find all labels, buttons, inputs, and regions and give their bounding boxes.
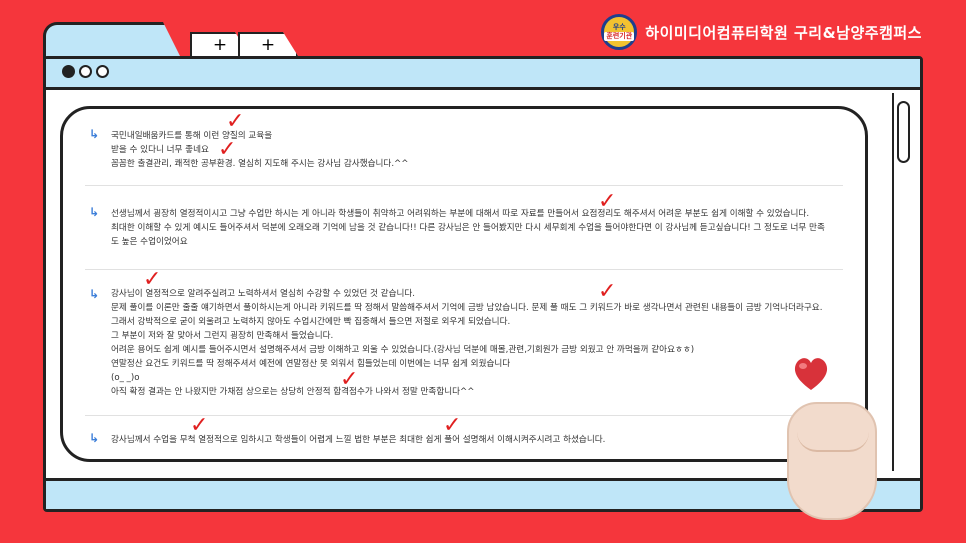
fist-illustration bbox=[787, 402, 877, 520]
scrollbar-thumb[interactable] bbox=[897, 101, 910, 163]
check-mark-icon: ✓ bbox=[226, 109, 245, 134]
window-controls bbox=[62, 65, 109, 78]
review-text: 강사님이 열정적으로 알려주실려고 노력하셔서 열심히 수강할 수 있었던 것 … bbox=[111, 289, 823, 397]
window-dot-maximize[interactable] bbox=[96, 65, 109, 78]
check-mark-icon: ✓ bbox=[143, 267, 162, 292]
check-mark-icon: ✓ bbox=[218, 137, 237, 162]
check-mark-icon: ✓ bbox=[340, 367, 359, 392]
check-mark-icon: ✓ bbox=[598, 279, 617, 304]
badge-top-text: 우수 bbox=[612, 23, 626, 31]
review-item: ↳ 선생님께서 굉장히 열정적이시고 그냥 수업만 하시는 게 아니라 학생들이… bbox=[85, 189, 843, 270]
reviews-panel: ↳ 국민내일배움카드를 통해 이런 양질의 교육을 받을 수 있다니 너무 좋네… bbox=[60, 106, 868, 462]
review-text: 선생님께서 굉장히 열정적이시고 그냥 수업만 하시는 게 아니라 학생들이 취… bbox=[111, 209, 825, 247]
window-titlebar bbox=[46, 59, 920, 90]
window-dot-minimize[interactable] bbox=[79, 65, 92, 78]
check-mark-icon: ✓ bbox=[190, 413, 209, 438]
review-text: 강사님께서 수업을 무척 열정적으로 임하시고 학생들이 어렵게 느낄 법한 부… bbox=[111, 435, 606, 445]
badge-bottom-text: 훈련기관 bbox=[604, 32, 635, 41]
check-mark-icon: ✓ bbox=[598, 189, 617, 214]
window-dot-close[interactable] bbox=[62, 65, 75, 78]
brand-name: 하이미디어컴퓨터학원 구리&남양주캠퍼스 bbox=[645, 23, 922, 42]
training-badge: 우수 훈련기관 bbox=[601, 14, 638, 50]
heart-icon bbox=[794, 358, 828, 390]
review-item: ↳ 강사님이 열정적으로 알려주실려고 노력하셔서 열심히 수강할 수 있었던 … bbox=[85, 273, 843, 416]
reply-arrow-icon: ↳ bbox=[89, 127, 100, 141]
reply-arrow-icon: ↳ bbox=[89, 287, 100, 301]
reply-arrow-icon: ↳ bbox=[89, 431, 100, 445]
review-item: ↳ 국민내일배움카드를 통해 이런 양질의 교육을 받을 수 있다니 너무 좋네… bbox=[85, 121, 843, 186]
brand-header: 우수 훈련기관 하이미디어컴퓨터학원 구리&남양주캠퍼스 bbox=[601, 12, 922, 52]
reply-arrow-icon: ↳ bbox=[89, 205, 100, 219]
new-tab-button-2[interactable]: + bbox=[238, 32, 298, 56]
check-mark-icon: ✓ bbox=[443, 413, 462, 438]
